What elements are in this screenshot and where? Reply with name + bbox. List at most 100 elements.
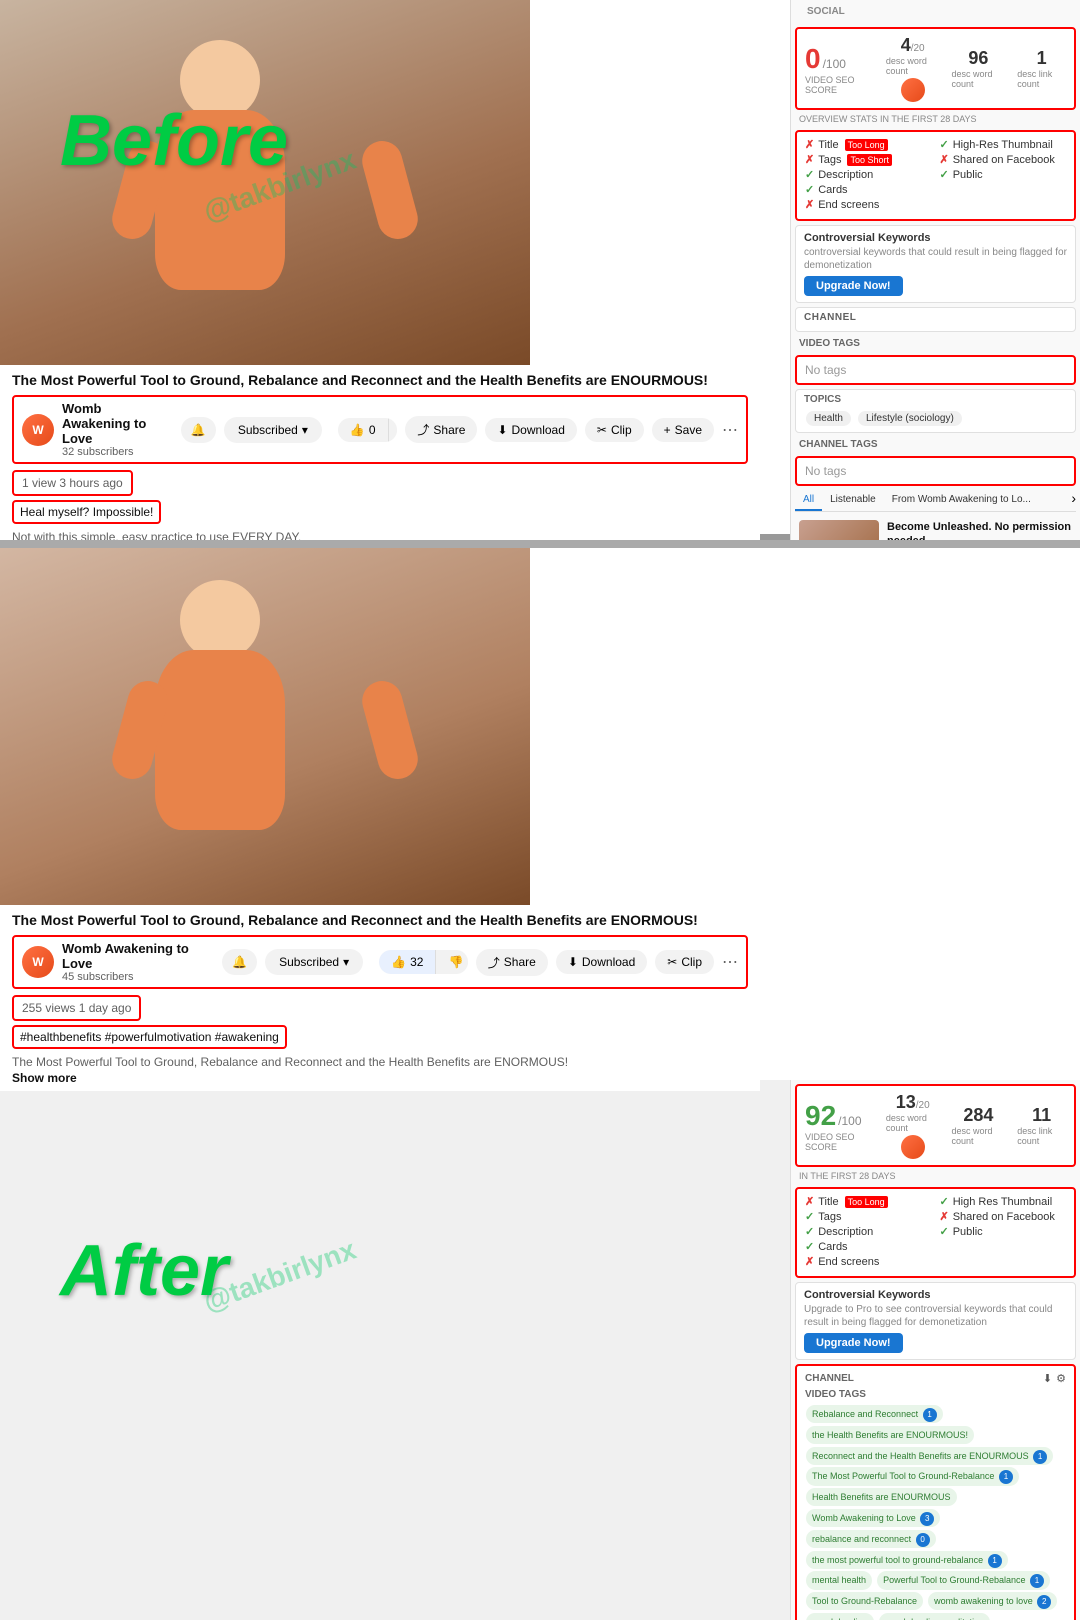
top-metric2-val: 96: [968, 48, 988, 69]
bottom-show-more[interactable]: Show more: [12, 1071, 748, 1085]
top-video-title: The Most Powerful Tool to Ground, Rebala…: [12, 371, 748, 389]
bottom-download-button[interactable]: ⬇ Download: [556, 950, 647, 974]
top-notify-button[interactable]: 🔔: [181, 417, 216, 443]
bottom-video-tags-label: VIDEO TAGS: [805, 1389, 1066, 1400]
top-controversial-title: Controversial Keywords: [804, 232, 1067, 244]
bottom-check-desc: ✓ Description: [805, 1225, 932, 1238]
top-channel-tags-label: CHANNEL TAGS: [795, 437, 1076, 452]
top-video-tags-box: No tags: [795, 355, 1076, 385]
top-checklist-label: OVERVIEW STATS IN THE FIRST 28 DAYS: [791, 114, 1080, 126]
bottom-controversial-title: Controversial Keywords: [804, 1289, 1067, 1301]
bottom-channel-row: W Womb Awakening to Love 45 subscribers …: [12, 935, 748, 989]
top-dislike-button[interactable]: 👎: [388, 418, 398, 442]
bottom-clip-label: Clip: [681, 955, 702, 969]
top-download-button[interactable]: ⬇ Download: [485, 418, 576, 442]
bottom-subscribe-button[interactable]: Subscribed ▾: [265, 949, 363, 975]
bottom-dislike-button[interactable]: 👎: [435, 950, 467, 974]
bottom-download-label: Download: [582, 955, 635, 969]
top-download-label: Download: [512, 423, 565, 437]
top-checklist-right: ✓ High-Res Thumbnail ✗ Shared on Faceboo…: [940, 138, 1067, 213]
bottom-metric1-label: desc word count: [886, 1113, 940, 1133]
top-check-end-screens: ✗ End screens: [805, 198, 932, 211]
top-more-button[interactable]: ⋯: [722, 420, 738, 440]
bottom-video-title: The Most Powerful Tool to Ground, Rebala…: [12, 911, 748, 929]
bottom-seo-score-section: 92 /100 VIDEO SEO SCORE: [805, 1100, 874, 1152]
top-tab-listenable[interactable]: Listenable: [822, 490, 884, 511]
settings-icon[interactable]: ⚙: [1056, 1372, 1066, 1385]
bottom-clip-button[interactable]: ✂ Clip: [655, 950, 714, 974]
bottom-metric3: 11 desc link count: [1017, 1105, 1066, 1146]
top-channel-label: CHANNEL: [804, 312, 1067, 323]
top-check-public: ✓ Public: [940, 168, 1067, 181]
bottom-profile-mini: [901, 1135, 925, 1159]
top-metric3-label: desc link count: [1017, 69, 1066, 89]
bottom-check-public: ✓ Public: [940, 1225, 1067, 1238]
bottom-stats: 255 views 1 day ago: [12, 995, 141, 1021]
top-stats: 1 view 3 hours ago: [12, 470, 133, 496]
bottom-more-button[interactable]: ⋯: [722, 952, 738, 972]
top-seo-score-row: 0 /100: [805, 43, 874, 75]
bottom-section: After @takbirlynx The Most Powerful Tool…: [0, 540, 1080, 1080]
top-like-button[interactable]: 👍 0: [338, 418, 388, 442]
top-metric2-label: desc word count: [952, 69, 1006, 89]
bottom-video-tags-section: CHANNEL ⬇ ⚙ VIDEO TAGS Rebalance and Rec…: [795, 1364, 1076, 1620]
top-save-label: Save: [675, 423, 702, 437]
top-section: Before @takbirlynx The Most Powerful Too…: [0, 0, 1080, 540]
top-seo-score-section: 0 /100 VIDEO SEO SCORE: [805, 43, 874, 95]
bottom-video-info: The Most Powerful Tool to Ground, Rebala…: [0, 905, 760, 1091]
top-video-tags-label: VIDEO TAGS: [795, 336, 1076, 351]
top-related-info-1: Become Unleashed. No permission needed. …: [887, 520, 1072, 540]
top-controversial: Controversial Keywords controversial key…: [795, 225, 1076, 303]
top-like-count: 0: [369, 423, 376, 437]
top-share-label: Share: [433, 423, 465, 437]
top-tab-all[interactable]: All: [795, 490, 822, 511]
bottom-checklist: ✗ Title Too Long ✓ Tags ✓ Description ✓ …: [795, 1187, 1076, 1278]
top-topics: TOPICS Health Lifestyle (sociology): [795, 389, 1076, 433]
bottom-stats-area: 255 views 1 day ago: [12, 993, 748, 1021]
top-checklist: ✗ Title Too Long ✗ Tags Too Short ✓ Desc…: [795, 130, 1076, 221]
bottom-seo-score-label: VIDEO SEO SCORE: [805, 1132, 874, 1152]
top-channel-name: Womb Awakening to Love: [62, 401, 169, 446]
top-share-button[interactable]: ⤴ Share: [405, 416, 477, 443]
top-comment-highlight: Heal myself? Impossible!: [12, 500, 161, 524]
bottom-like-button[interactable]: 👍 32: [379, 950, 435, 974]
bottom-checklist-left: ✗ Title Too Long ✓ Tags ✓ Description ✓ …: [805, 1195, 932, 1270]
bottom-check-end-screens: ✗ End screens: [805, 1255, 932, 1268]
bottom-metric1-max: /20: [916, 1100, 930, 1111]
top-clip-label: Clip: [611, 423, 632, 437]
top-channel-tags-box: No tags: [795, 456, 1076, 486]
top-profile-mini: [901, 78, 925, 102]
bottom-notify-button[interactable]: 🔔: [222, 949, 257, 975]
top-metric1: 4 /20 desc word count: [886, 35, 940, 102]
top-related-title-1: Become Unleashed. No permission needed.: [887, 520, 1072, 540]
bottom-metric3-label: desc link count: [1017, 1126, 1066, 1146]
share-icon: ⤴: [417, 421, 429, 438]
chevron-right-icon[interactable]: ›: [1071, 490, 1076, 511]
bottom-controversial-desc: Upgrade to Pro to see controversial keyw…: [804, 1303, 1067, 1329]
chevron-down-icon: ▾: [302, 423, 308, 437]
top-check-desc: ✓ Description: [805, 168, 932, 181]
top-metric1-label: desc word count: [886, 56, 940, 76]
bottom-check-tags: ✓ Tags: [805, 1210, 932, 1223]
download-tags-icon[interactable]: ⬇: [1043, 1372, 1052, 1385]
bottom-channel-avatar: W: [22, 946, 54, 978]
top-channel-row: W Womb Awakening to Love 32 subscribers …: [12, 395, 748, 464]
top-channel-subs: 32 subscribers: [62, 446, 169, 458]
top-upgrade-button[interactable]: Upgrade Now!: [804, 276, 903, 296]
top-tab-from[interactable]: From Womb Awakening to Lo...: [884, 490, 1039, 511]
bottom-check-cards: ✓ Cards: [805, 1240, 932, 1253]
bottom-seo-score-max: /100: [838, 1114, 861, 1128]
top-save-button[interactable]: + Save: [652, 418, 714, 442]
top-seo-panel: SOCIAL 0 /100 VIDEO SEO SCORE 4 /20 desc…: [790, 0, 1080, 540]
top-topic-lifestyle: Lifestyle (sociology): [858, 411, 962, 426]
bottom-upgrade-button[interactable]: Upgrade Now!: [804, 1333, 903, 1353]
top-channel-avatar: W: [22, 414, 54, 446]
bottom-metric1-val: 13: [896, 1092, 916, 1113]
bottom-share-button[interactable]: ⤴ Share: [476, 949, 548, 976]
top-subscribe-button[interactable]: Subscribed ▾: [224, 417, 322, 443]
bottom-controversial: Controversial Keywords Upgrade to Pro to…: [795, 1282, 1076, 1360]
top-clip-button[interactable]: ✂ Clip: [585, 418, 644, 442]
top-subscribe-label: Subscribed: [238, 423, 298, 437]
top-no-tags: No tags: [805, 363, 846, 377]
bottom-desc: The Most Powerful Tool to Ground, Rebala…: [12, 1055, 748, 1069]
